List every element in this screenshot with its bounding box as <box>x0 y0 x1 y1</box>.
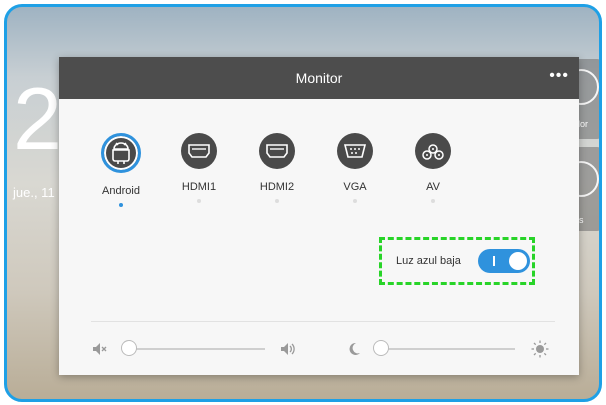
vga-icon <box>337 133 373 169</box>
panel-title: Monitor <box>295 70 343 86</box>
source-indicator <box>431 199 435 203</box>
blue-light-setting: Luz azul baja <box>379 237 535 285</box>
source-android[interactable]: Android <box>93 133 149 207</box>
source-indicator <box>353 199 357 203</box>
volume-mute-icon <box>91 340 109 358</box>
blue-light-toggle[interactable] <box>478 249 530 273</box>
av-icon <box>415 133 451 169</box>
source-vga[interactable]: VGA <box>327 133 383 203</box>
brightness-track[interactable] <box>381 348 515 350</box>
panel-header: Monitor ••• <box>59 57 579 99</box>
volume-up-icon <box>279 340 297 358</box>
background-clock: 2 <box>13 69 62 168</box>
volume-slider-row <box>91 337 301 361</box>
source-label: HDMI2 <box>259 181 295 193</box>
source-list: Android HDMI1 HDMI2 VGA AV <box>93 133 493 213</box>
toggle-on-indicator <box>493 256 495 266</box>
sun-icon <box>531 340 549 358</box>
divider <box>91 321 555 322</box>
hdmi-icon <box>259 133 295 169</box>
screen-frame: 2 jue., 11 dor nes Monitor ••• <box>4 4 602 402</box>
android-icon <box>101 133 141 173</box>
source-hdmi2[interactable]: HDMI2 <box>249 133 305 203</box>
more-options-icon[interactable]: ••• <box>549 67 569 85</box>
source-av[interactable]: AV <box>405 133 461 203</box>
source-label: AV <box>426 181 440 193</box>
volume-track[interactable] <box>127 348 265 350</box>
toggle-knob <box>509 252 527 270</box>
source-indicator <box>197 199 201 203</box>
source-label: Android <box>102 185 140 197</box>
monitor-panel: Monitor ••• Android HDMI1 HDMI2 VGA AV L… <box>59 57 579 375</box>
background-date: jue., 11 <box>13 185 55 200</box>
source-indicator <box>119 203 123 207</box>
brightness-slider-row <box>345 337 555 361</box>
source-label: VGA <box>343 181 367 193</box>
blue-light-label: Luz azul baja <box>396 255 461 267</box>
volume-slider-thumb[interactable] <box>121 340 137 356</box>
source-indicator <box>275 199 279 203</box>
source-label: HDMI1 <box>181 181 217 193</box>
brightness-slider-thumb[interactable] <box>373 340 389 356</box>
source-hdmi1[interactable]: HDMI1 <box>171 133 227 203</box>
hdmi-icon <box>181 133 217 169</box>
moon-icon <box>345 340 363 358</box>
